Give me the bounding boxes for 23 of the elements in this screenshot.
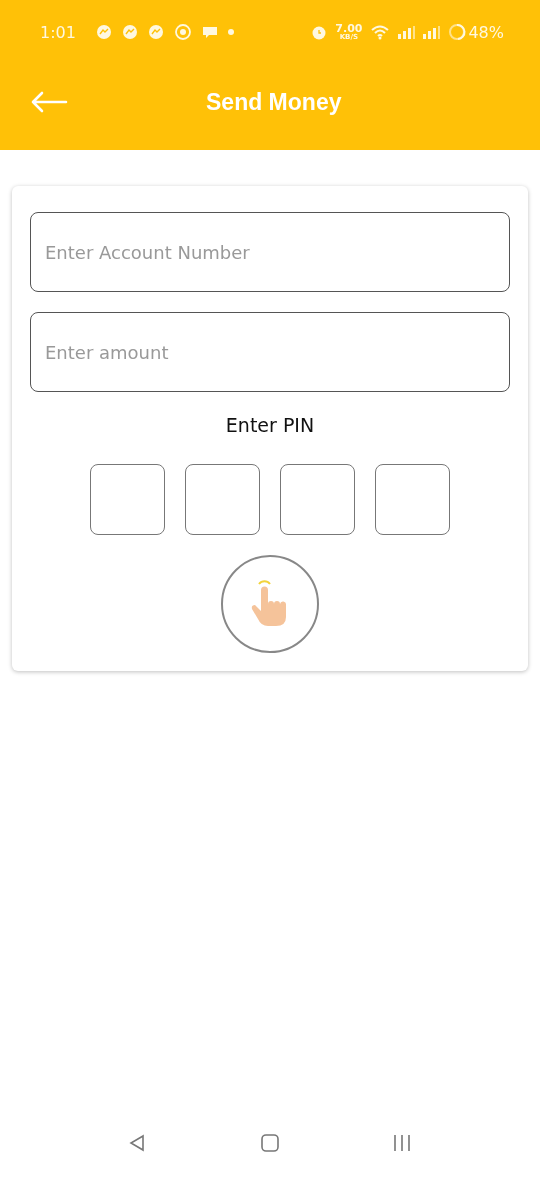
battery-ring-icon (448, 23, 467, 41)
signal-icon (398, 25, 416, 39)
wifi-icon (370, 24, 391, 40)
pin-digit-field[interactable] (185, 464, 260, 535)
recents-nav-button[interactable] (391, 1132, 413, 1154)
pin-digit-field[interactable] (375, 464, 450, 535)
input-field[interactable]: Enter Account Number (30, 212, 510, 292)
alarm-icon (311, 24, 328, 40)
input-field[interactable]: Enter amount (30, 312, 510, 392)
message-icon (201, 25, 218, 39)
signal-icon (423, 25, 441, 39)
chat-bubble-icon (95, 24, 112, 40)
network-speed: 7.00 (335, 23, 363, 34)
dot-icon (227, 29, 234, 35)
status-time: 1:01 (40, 22, 76, 42)
chat-bubble-icon (147, 24, 164, 40)
screen-title: Send Money (206, 88, 342, 116)
home-nav-button[interactable] (259, 1132, 281, 1154)
pin-label: Enter PIN (225, 414, 315, 436)
battery-level: 48% (468, 22, 504, 42)
pin-digit-field[interactable] (280, 464, 355, 535)
pin-digit-field[interactable] (90, 464, 165, 535)
chat-bubble-icon (121, 24, 138, 40)
